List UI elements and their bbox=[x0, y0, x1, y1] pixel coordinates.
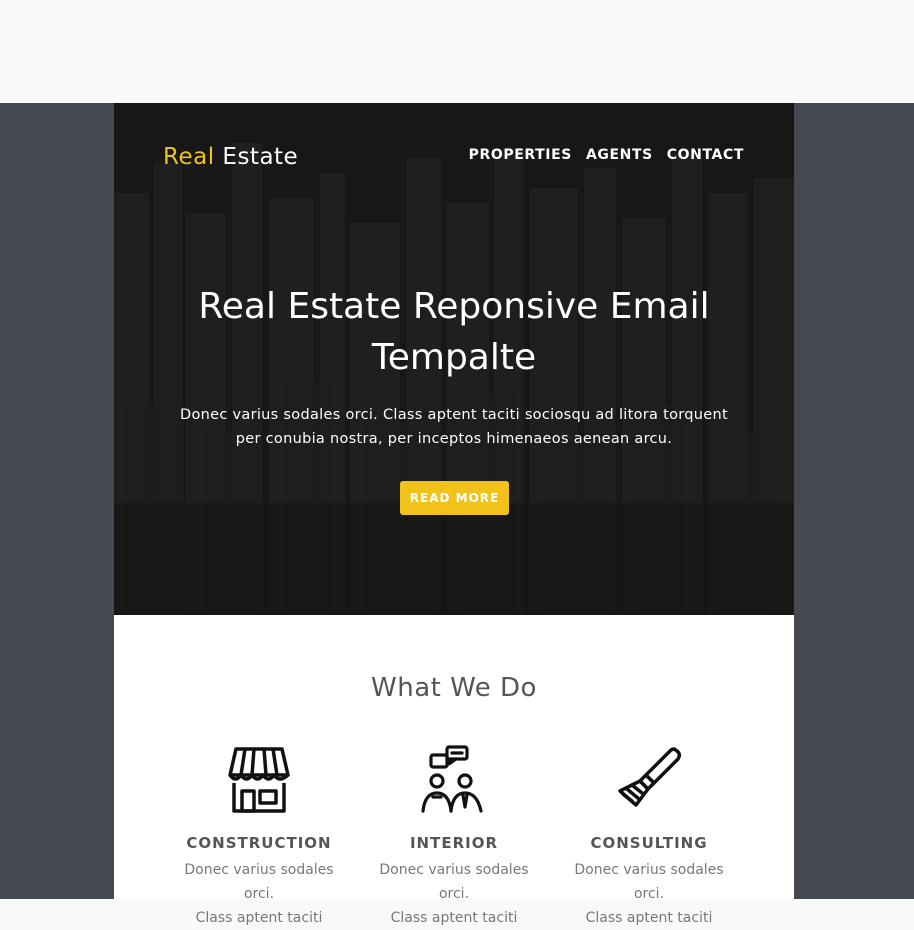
logo[interactable]: Real Estate bbox=[163, 144, 298, 170]
service-interior[interactable]: INTERIOR Donec varius sodales orci. Clas… bbox=[364, 745, 544, 930]
hero-section: Real Estate PROPERTIES AGENTS CONTACT Re… bbox=[114, 103, 794, 615]
nav-agents[interactable]: AGENTS bbox=[586, 147, 653, 163]
hero-description: Donec varius sodales orci. Class aptent … bbox=[174, 403, 734, 451]
service-description: Donec varius sodales orci. Class aptent … bbox=[574, 862, 724, 926]
service-label: CONSULTING bbox=[590, 834, 708, 852]
nav-properties[interactable]: PROPERTIES bbox=[469, 147, 572, 163]
read-more-button[interactable]: READ MORE bbox=[400, 481, 509, 515]
hero-text-line1: Donec varius sodales orci. Class aptent … bbox=[179, 407, 728, 423]
top-margin bbox=[0, 0, 914, 103]
section-title: What We Do bbox=[371, 673, 537, 703]
service-label: INTERIOR bbox=[409, 834, 499, 852]
service-consulting[interactable]: CONSULTING Donec varius sodales orci. Cl… bbox=[559, 745, 739, 930]
top-navigation: PROPERTIES AGENTS CONTACT bbox=[469, 147, 744, 163]
hero-title-line1: Real Estate Reponsive Email bbox=[198, 286, 710, 327]
service-description: Donec varius sodales orci. Class aptent … bbox=[184, 862, 334, 926]
service-description: Donec varius sodales orci. Class aptent … bbox=[379, 862, 529, 926]
meeting-people-icon bbox=[421, 745, 483, 813]
service-construction[interactable]: CONSTRUCTION Donec varius sodales orci. … bbox=[169, 745, 349, 930]
hero-title: Real Estate Reponsive Email Tempalte bbox=[164, 281, 744, 383]
paint-brush-icon bbox=[618, 747, 682, 807]
storefront-icon bbox=[228, 747, 290, 813]
hero-title-line2: Tempalte bbox=[371, 337, 537, 378]
nav-contact[interactable]: CONTACT bbox=[667, 147, 744, 163]
logo-accent-text: Real bbox=[163, 144, 215, 170]
logo-text: Estate bbox=[222, 144, 299, 170]
email-container: Real Estate PROPERTIES AGENTS CONTACT Re… bbox=[114, 103, 794, 926]
service-label: CONSTRUCTION bbox=[186, 834, 332, 852]
hero-text-line2: per conubia nostra, per inceptos himenae… bbox=[235, 431, 673, 447]
what-we-do-section: What We Do CONSTRUCTION Donec varius sod… bbox=[114, 615, 794, 926]
